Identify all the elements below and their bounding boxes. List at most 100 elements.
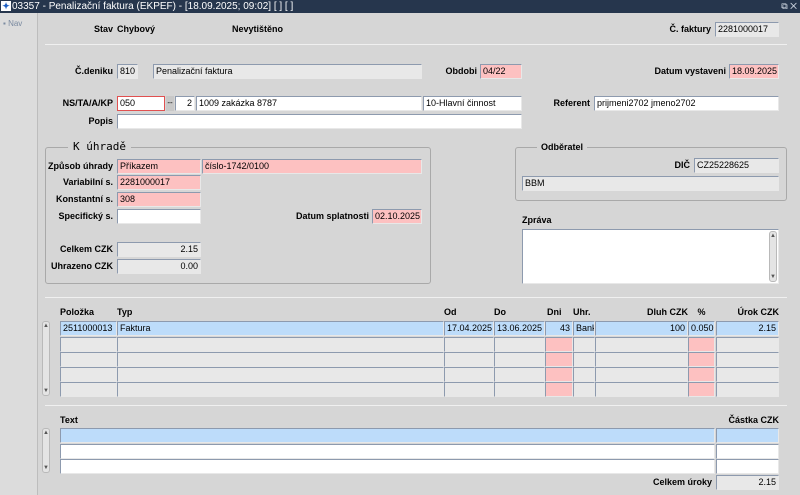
print-status: Nevytištěno — [232, 24, 284, 34]
text-header: Text — [60, 415, 78, 425]
ns-lookup-button[interactable]: -- — [166, 96, 174, 111]
table-cell[interactable] — [60, 337, 117, 352]
table-cell[interactable]: 17.04.2025 — [444, 321, 494, 336]
items-scrollbar[interactable]: ▲ ▼ — [42, 321, 50, 396]
table-cell[interactable] — [716, 459, 779, 474]
scroll-down-icon[interactable]: ▼ — [43, 464, 49, 472]
popis-field[interactable] — [117, 114, 522, 129]
zprava-scrollbar[interactable]: ▲ ▼ — [769, 231, 777, 282]
table-cell[interactable]: 2511000013 — [60, 321, 117, 336]
table-cell[interactable] — [688, 367, 715, 382]
table-cell[interactable] — [716, 367, 779, 382]
scroll-up-icon[interactable]: ▲ — [43, 429, 49, 437]
column-header: Úrok CZK — [737, 307, 779, 317]
table-cell[interactable]: 100 — [595, 321, 688, 336]
denik-name-field[interactable]: Penalizační faktura — [153, 64, 422, 79]
table-cell[interactable] — [595, 382, 688, 397]
scroll-down-icon[interactable]: ▼ — [43, 387, 49, 395]
table-cell[interactable] — [444, 337, 494, 352]
table-cell[interactable] — [595, 367, 688, 382]
table-cell[interactable] — [60, 352, 117, 367]
table-cell[interactable] — [688, 352, 715, 367]
table-cell[interactable] — [545, 337, 573, 352]
celkem-label: Celkem CZK — [59, 244, 113, 254]
table-cell[interactable] — [716, 444, 779, 459]
celkem-uroky-field[interactable]: 2.15 — [716, 475, 779, 490]
table-cell[interactable] — [573, 367, 595, 382]
table-cell[interactable] — [60, 444, 715, 459]
texts-scrollbar[interactable]: ▲ ▼ — [42, 428, 50, 473]
scroll-up-icon[interactable]: ▲ — [770, 232, 776, 240]
referent-field[interactable]: prijmeni2702 jmeno2702 — [594, 96, 779, 111]
table-cell[interactable] — [545, 367, 573, 382]
table-cell[interactable]: 43 — [545, 321, 573, 336]
table-cell[interactable] — [117, 352, 444, 367]
vs-field[interactable]: 2281000017 — [117, 175, 201, 190]
table-cell[interactable] — [494, 352, 545, 367]
table-cell[interactable] — [444, 367, 494, 382]
table-cell[interactable] — [688, 337, 715, 352]
table-cell[interactable] — [60, 428, 715, 443]
uhrazeno-field[interactable]: 0.00 — [117, 259, 201, 274]
column-header: Položka — [60, 307, 95, 317]
table-cell[interactable] — [595, 352, 688, 367]
table-cell[interactable] — [60, 382, 117, 397]
table-cell[interactable] — [545, 382, 573, 397]
cinnost-field[interactable]: 10-Hlavní činnost — [423, 96, 522, 111]
scroll-down-icon[interactable]: ▼ — [770, 273, 776, 281]
table-cell[interactable]: 2.15 — [716, 321, 779, 336]
table-cell[interactable] — [444, 352, 494, 367]
table-cell[interactable] — [117, 337, 444, 352]
faktura-field[interactable]: 2281000017 — [715, 22, 779, 37]
ss-field[interactable] — [117, 209, 201, 224]
column-header: Do — [494, 307, 506, 317]
table-cell[interactable]: Bank — [573, 321, 595, 336]
table-cell[interactable] — [716, 382, 779, 397]
divider — [45, 297, 787, 298]
denik-field[interactable]: 810 — [117, 64, 138, 79]
vs-label: Variabilní s. — [62, 177, 113, 187]
table-cell[interactable] — [545, 352, 573, 367]
table-cell[interactable] — [60, 367, 117, 382]
table-cell[interactable] — [494, 382, 545, 397]
zakazka-field[interactable]: 1009 zakázka 8787 — [196, 96, 422, 111]
table-cell[interactable] — [117, 367, 444, 382]
table-cell[interactable] — [688, 382, 715, 397]
celkem-field[interactable]: 2.15 — [117, 242, 201, 257]
table-cell[interactable] — [573, 382, 595, 397]
zpusob-field[interactable]: Příkazem — [117, 159, 201, 174]
nav-label: Nav — [8, 19, 23, 28]
table-cell[interactable] — [716, 337, 779, 352]
table-cell[interactable] — [573, 352, 595, 367]
table-cell[interactable] — [444, 382, 494, 397]
table-cell[interactable] — [716, 428, 779, 443]
table-cell[interactable] — [573, 337, 595, 352]
table-cell[interactable] — [494, 367, 545, 382]
referent-label: Referent — [553, 98, 590, 108]
faktura-label: Č. faktury — [669, 24, 711, 34]
uhrazeno-label: Uhrazeno CZK — [50, 261, 113, 271]
obdobi-field[interactable]: 04/22 — [480, 64, 522, 79]
table-cell[interactable] — [595, 337, 688, 352]
scroll-up-icon[interactable]: ▲ — [43, 322, 49, 330]
ns-field[interactable]: 050 — [117, 96, 165, 111]
table-cell[interactable]: 0.050 — [688, 321, 715, 336]
zprava-textarea[interactable] — [522, 229, 779, 284]
table-cell[interactable]: 13.06.2025 — [494, 321, 545, 336]
table-cell[interactable]: Faktura — [117, 321, 444, 336]
app-icon: ✦ — [1, 1, 11, 11]
table-cell[interactable] — [60, 459, 715, 474]
table-cell[interactable] — [716, 352, 779, 367]
ks-field[interactable]: 308 — [117, 192, 201, 207]
customer-group-title: Odběratel — [537, 140, 588, 154]
ta-field[interactable]: 2 — [175, 96, 195, 111]
dic-field[interactable]: CZ25228625 — [694, 158, 779, 173]
datum-vystaveni-field[interactable]: 18.09.2025 — [729, 64, 779, 79]
customer-name-field[interactable]: BBM — [522, 176, 779, 191]
ucet-field[interactable]: číslo-1742/0100 — [202, 159, 422, 174]
nav-button[interactable]: ▪ Nav — [3, 19, 22, 28]
window-controls[interactable]: ⧉ ✕ — [781, 0, 797, 13]
splatnost-field[interactable]: 02.10.2025 — [372, 209, 422, 224]
table-cell[interactable] — [117, 382, 444, 397]
table-cell[interactable] — [494, 337, 545, 352]
